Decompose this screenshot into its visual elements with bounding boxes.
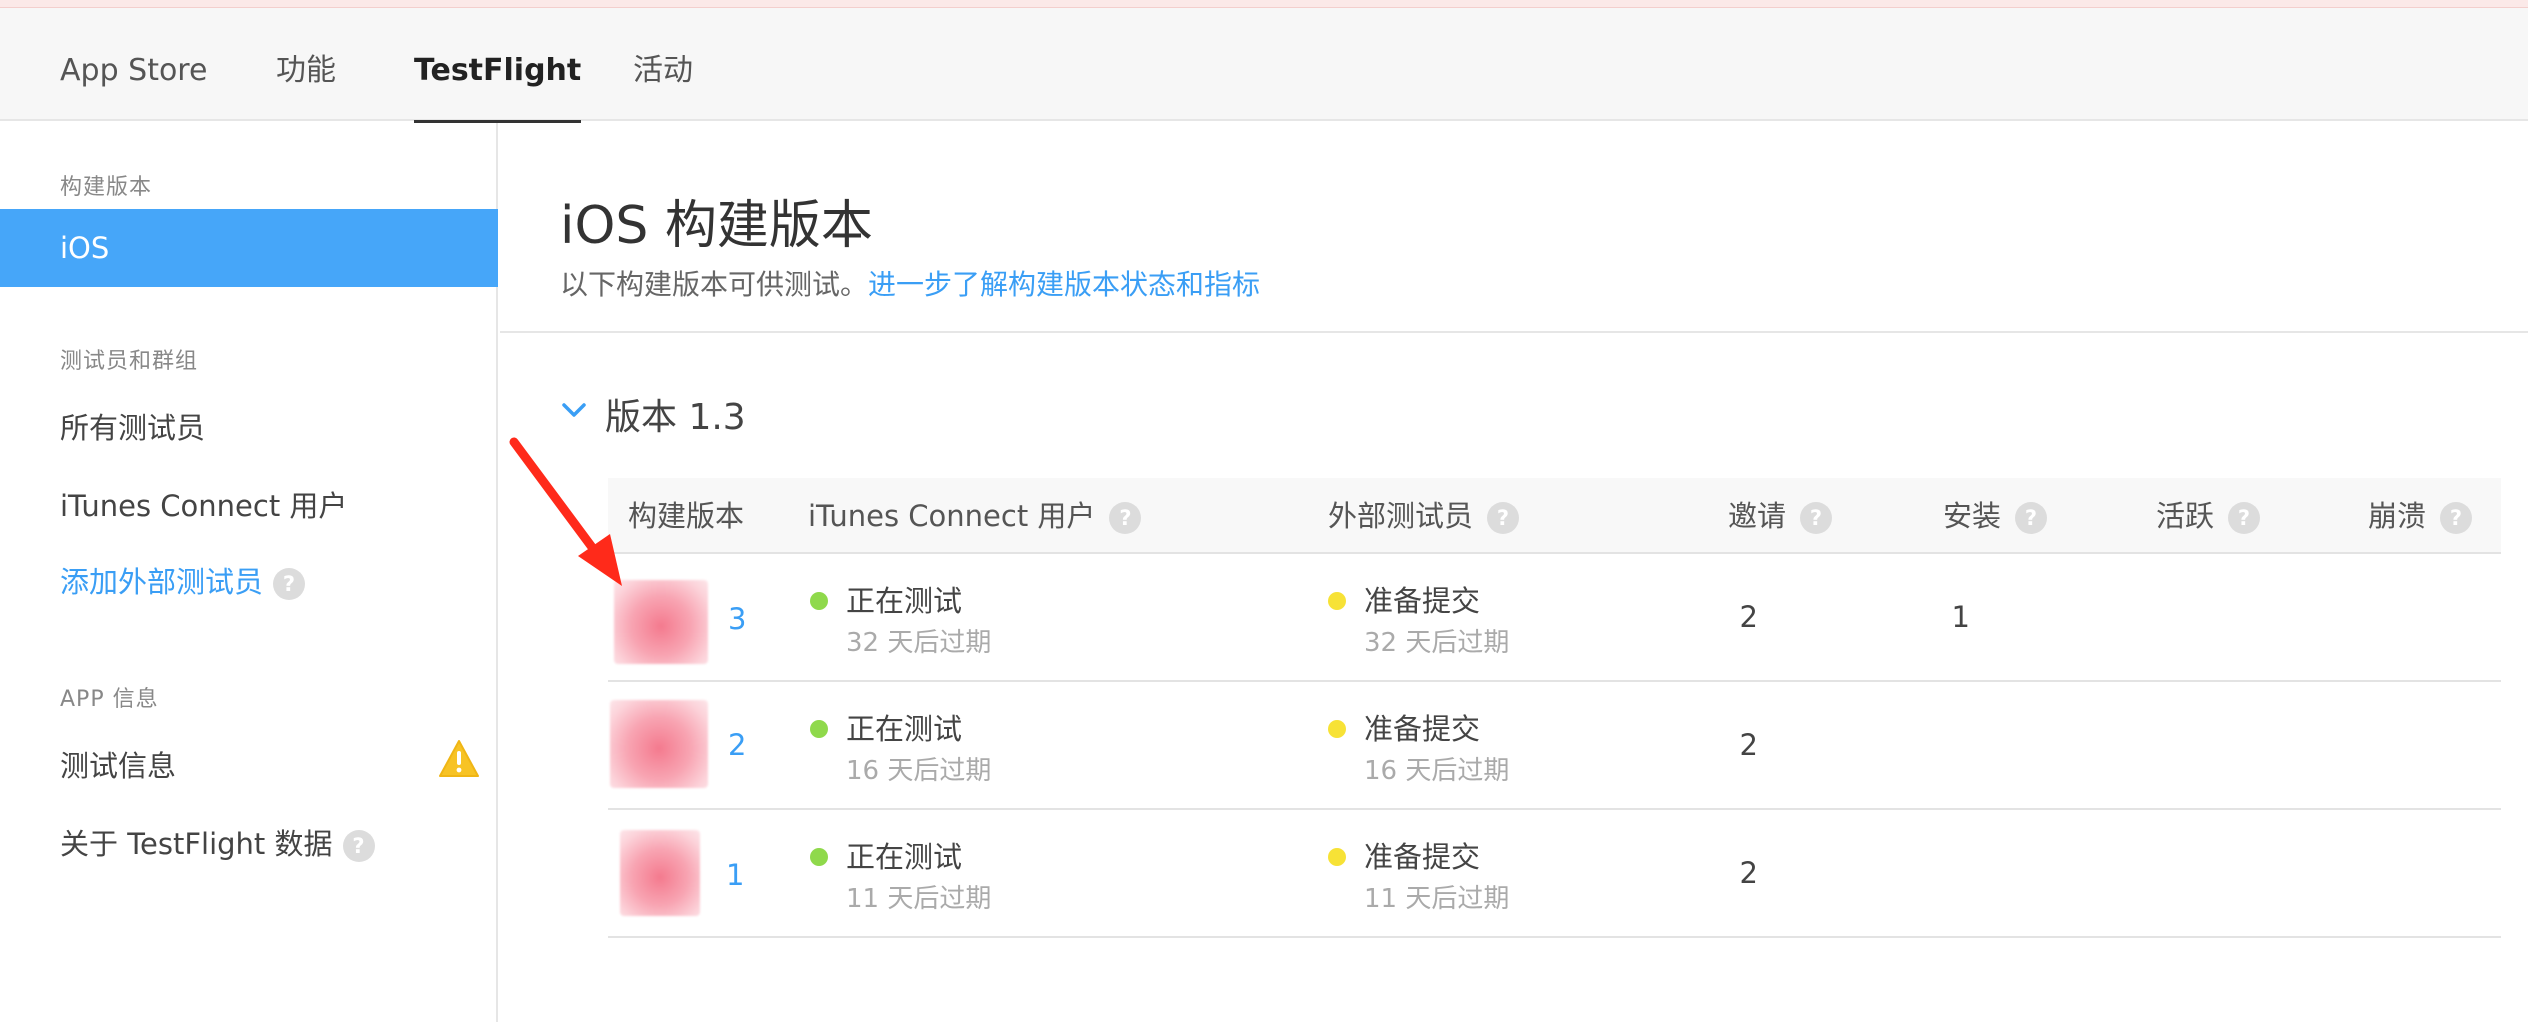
tab-testflight[interactable]: TestFlight: [414, 8, 582, 123]
sidebar-item-about-testflight-data[interactable]: 关于 TestFlight 数据?: [60, 821, 375, 863]
subtitle-text: 以下构建版本可供测试。: [560, 268, 869, 301]
page-subtitle: 以下构建版本可供测试。进一步了解构建版本状态和指标: [560, 263, 1260, 303]
column-header-label: 外部测试员: [1328, 499, 1474, 533]
column-header-build: 构建版本: [628, 499, 745, 533]
tab-activity[interactable]: 活动: [633, 8, 693, 121]
build-number-link[interactable]: 1: [726, 858, 744, 892]
sidebar-item-ios[interactable]: iOS: [0, 209, 498, 287]
table-row[interactable]: 2 正在测试 16 天后过期 准备提交 16 天后过期 2: [608, 682, 2501, 810]
build-number-link[interactable]: 2: [728, 728, 746, 762]
build-number-link[interactable]: 3: [728, 602, 746, 636]
itc-status: 正在测试: [846, 712, 963, 746]
app-icon-thumbnail: [614, 580, 708, 664]
column-header-invites: 邀请?: [1728, 478, 1833, 554]
help-icon[interactable]: ?: [2440, 502, 2473, 534]
column-header-label: 崩溃: [2368, 499, 2427, 533]
learn-more-link[interactable]: 进一步了解构建版本状态和指标: [868, 268, 1260, 301]
itc-expire: 32 天后过期: [846, 628, 992, 658]
itc-status: 正在测试: [846, 584, 963, 618]
sidebar-item-all-testers[interactable]: 所有测试员: [60, 405, 205, 447]
column-header-label: iTunes Connect 用户: [808, 499, 1096, 533]
help-icon[interactable]: ?: [2228, 502, 2261, 534]
sidebar-item-itunes-connect-users[interactable]: iTunes Connect 用户: [60, 483, 347, 525]
sidebar-item-test-info[interactable]: 测试信息: [60, 743, 176, 785]
invites-count: 2: [1739, 728, 1758, 762]
tab-features[interactable]: 功能: [276, 8, 336, 121]
column-header-label: 邀请: [1728, 499, 1787, 533]
invites-count: 2: [1739, 600, 1758, 634]
column-header-external-testers: 外部测试员?: [1328, 478, 1520, 554]
sidebar-section-testers: 测试员和群组: [60, 349, 199, 374]
warning-icon: [439, 740, 479, 777]
sidebar-item-label[interactable]: 关于 TestFlight 数据: [60, 827, 333, 861]
status-dot-yellow-icon: [1328, 848, 1346, 866]
installs-count: 1: [1951, 600, 1970, 634]
page-title: iOS 构建版本: [560, 196, 873, 256]
tab-app-store[interactable]: App Store: [60, 8, 207, 121]
status-dot-green-icon: [810, 848, 828, 866]
table-header: 构建版本 iTunes Connect 用户? 外部测试员? 邀请? 安装? 活…: [608, 478, 2501, 554]
column-header-label: 安装: [1943, 499, 2002, 533]
top-alert-strip: [0, 0, 2528, 8]
external-status: 准备提交: [1364, 584, 1481, 618]
top-navigation: App Store 功能 TestFlight 活动: [0, 8, 2528, 123]
help-icon[interactable]: ?: [1487, 502, 1520, 534]
status-dot-green-icon: [810, 720, 828, 738]
help-icon[interactable]: ?: [1109, 502, 1142, 534]
app-icon-thumbnail: [620, 830, 700, 916]
column-header-crashes: 崩溃?: [2368, 478, 2473, 554]
external-expire: 11 天后过期: [1364, 884, 1510, 914]
itc-status: 正在测试: [846, 840, 963, 874]
help-icon[interactable]: ?: [342, 830, 375, 862]
column-header-installs: 安装?: [1943, 478, 2048, 554]
table-row[interactable]: 3 正在测试 32 天后过期 准备提交 32 天后过期 2 1: [608, 554, 2501, 682]
annotation-arrow-icon: [509, 437, 622, 586]
sidebar-item-label[interactable]: 添加外部测试员: [60, 565, 263, 599]
external-expire: 32 天后过期: [1364, 628, 1510, 658]
itc-expire: 11 天后过期: [846, 884, 992, 914]
section-divider: [500, 331, 2528, 333]
status-dot-green-icon: [810, 592, 828, 610]
sidebar-section-app-info: APP 信息: [60, 687, 159, 712]
status-dot-yellow-icon: [1328, 720, 1346, 738]
external-status: 准备提交: [1364, 712, 1481, 746]
main-content: iOS 构建版本 以下构建版本可供测试。进一步了解构建版本状态和指标 版本 1.…: [500, 123, 2528, 1022]
itc-expire: 16 天后过期: [846, 756, 992, 786]
external-expire: 16 天后过期: [1364, 756, 1510, 786]
invites-count: 2: [1739, 856, 1758, 890]
help-icon[interactable]: ?: [2015, 502, 2048, 534]
app-icon-thumbnail: [610, 700, 708, 788]
external-status: 准备提交: [1364, 840, 1481, 874]
chevron-down-icon[interactable]: [560, 400, 588, 420]
help-icon[interactable]: ?: [273, 568, 306, 600]
column-header-label: 活跃: [2156, 499, 2215, 533]
status-dot-yellow-icon: [1328, 592, 1346, 610]
column-header-active: 活跃?: [2156, 478, 2261, 554]
sidebar-section-builds: 构建版本: [60, 175, 153, 200]
table-row[interactable]: 1 正在测试 11 天后过期 准备提交 11 天后过期 2: [608, 810, 2501, 938]
sidebar-item-add-external-testers[interactable]: 添加外部测试员?: [60, 559, 306, 601]
help-icon[interactable]: ?: [1800, 502, 1833, 534]
sidebar: 构建版本 iOS 测试员和群组 所有测试员 iTunes Connect 用户 …: [0, 123, 498, 1022]
column-header-itc-users: iTunes Connect 用户?: [808, 478, 1142, 554]
